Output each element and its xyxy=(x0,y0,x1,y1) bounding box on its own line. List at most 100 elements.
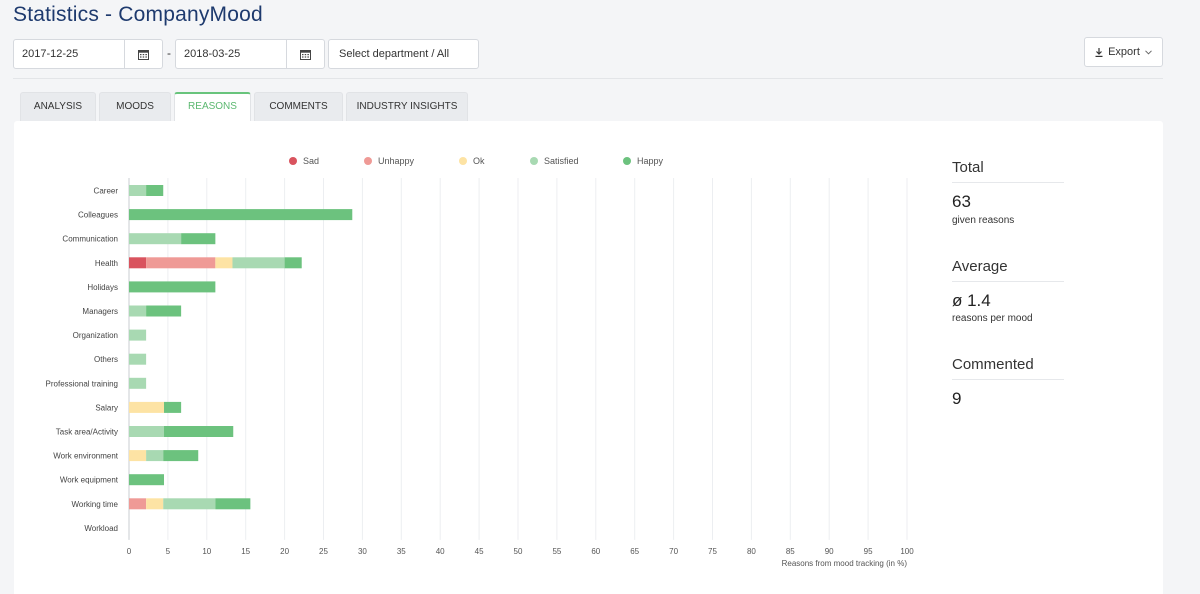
bar-segment-satisfied xyxy=(129,185,147,196)
x-tick-label: 10 xyxy=(202,547,211,556)
chart-legend: Sad Unhappy Ok Satisfied Happy xyxy=(289,156,689,168)
x-axis-label: Reasons from mood tracking (in %) xyxy=(782,559,908,568)
category-label: Organization xyxy=(73,331,118,340)
bar-segment-satisfied xyxy=(163,498,216,510)
x-tick-label: 45 xyxy=(475,547,484,556)
bar-segment-satisfied xyxy=(146,450,164,462)
commented-heading: Commented xyxy=(952,356,1064,380)
date-to-value[interactable]: 2018-03-25 xyxy=(176,40,248,68)
legend-label-sad: Sad xyxy=(303,156,320,166)
category-label: Others xyxy=(94,355,118,364)
bar-segment-satisfied xyxy=(129,233,182,245)
date-from-value[interactable]: 2017-12-25 xyxy=(14,40,86,68)
bar-segment-happy xyxy=(129,474,165,486)
legend-label-happy: Happy xyxy=(637,156,664,166)
legend-label-ok: Ok xyxy=(473,156,485,166)
tab-analysis[interactable]: ANALYSIS xyxy=(20,92,96,121)
page-title: Statistics - CompanyMood xyxy=(13,3,263,26)
bar-segment-happy xyxy=(181,233,216,245)
bar-segment-happy xyxy=(146,185,164,196)
x-tick-label: 15 xyxy=(241,547,250,556)
bar-segment-happy xyxy=(163,450,199,462)
bar-segment-ok xyxy=(146,498,164,510)
bar-segment-happy xyxy=(146,305,182,317)
bar-segment-happy xyxy=(284,257,302,269)
reasons-bar-chart: 0 5 10 15 20 25 30 35 40 45 50 55 60 65 70 75 80 85 90 95 10… xyxy=(46,178,914,568)
date-range-dash: - xyxy=(167,46,171,60)
x-tick-label: 75 xyxy=(708,547,717,556)
export-button[interactable]: Export xyxy=(1084,37,1163,67)
x-tick-label: 95 xyxy=(864,547,873,556)
average-caption: reasons per mood xyxy=(952,313,1033,324)
x-tick-label: 60 xyxy=(591,547,600,556)
legend-item-unhappy[interactable]: Unhappy xyxy=(364,156,414,166)
total-heading: Total xyxy=(952,159,1064,183)
x-tick-label: 25 xyxy=(319,547,328,556)
tab-bar: ANALYSIS MOODS REASONS COMMENTS INDUSTRY… xyxy=(20,92,468,121)
bar-segment-sad xyxy=(129,257,147,269)
x-tick-label: 20 xyxy=(280,547,289,556)
category-label: Work environment xyxy=(53,452,119,461)
legend-dot-happy xyxy=(623,157,631,165)
legend-dot-ok xyxy=(459,157,467,165)
bar-segment-unhappy xyxy=(146,257,216,269)
x-tick-label: 100 xyxy=(900,547,914,556)
category-label: Workload xyxy=(84,524,118,533)
calendar-icon[interactable] xyxy=(124,40,162,68)
date-to-field[interactable]: 2018-03-25 xyxy=(175,39,325,69)
category-label: Work equipment xyxy=(60,476,119,485)
bar-segment-happy xyxy=(129,281,216,293)
total-value: 63 xyxy=(952,192,971,211)
category-label: Colleagues xyxy=(78,211,118,220)
x-tick-label: 90 xyxy=(825,547,834,556)
bar-segment-ok xyxy=(129,401,165,413)
legend-dot-satisfied xyxy=(530,157,538,165)
category-label: Health xyxy=(95,259,118,268)
bar-segment-happy xyxy=(129,209,353,221)
bar-segment-happy xyxy=(215,498,251,510)
bar-segment-ok xyxy=(215,257,233,269)
tab-industry-insights[interactable]: INDUSTRY INSIGHTS xyxy=(346,92,468,121)
bar-segment-happy xyxy=(164,401,182,413)
tab-reasons[interactable]: REASONS xyxy=(174,92,251,121)
bar-segment-satisfied xyxy=(129,426,165,437)
category-label: Holidays xyxy=(87,283,118,292)
legend-item-happy[interactable]: Happy xyxy=(623,156,663,166)
category-label: Professional training xyxy=(46,379,118,388)
x-tick-label: 0 xyxy=(127,547,132,556)
legend-item-sad[interactable]: Sad xyxy=(289,156,319,166)
bar-segment-ok xyxy=(129,450,147,462)
calendar-icon[interactable] xyxy=(286,40,324,68)
legend-dot-sad xyxy=(289,157,297,165)
x-tick-label: 55 xyxy=(552,547,561,556)
department-select[interactable]: Select department / All xyxy=(328,39,479,69)
legend-item-satisfied[interactable]: Satisfied xyxy=(530,156,579,166)
category-label: Communication xyxy=(62,235,118,244)
export-label: Export xyxy=(1108,46,1140,58)
bar-segment-unhappy xyxy=(129,498,147,510)
bar-segment-satisfied xyxy=(129,377,147,389)
bar-segment-satisfied xyxy=(129,353,147,365)
legend-label-satisfied: Satisfied xyxy=(544,156,579,166)
average-heading: Average xyxy=(952,258,1064,282)
x-tick-label: 5 xyxy=(166,547,171,556)
x-tick-label: 40 xyxy=(436,547,445,556)
x-tick-label: 80 xyxy=(747,547,756,556)
x-tick-label: 85 xyxy=(786,547,795,556)
x-tick-label: 65 xyxy=(630,547,639,556)
average-value: ø 1.4 xyxy=(952,291,991,310)
bar-segment-happy xyxy=(164,426,234,437)
category-label: Managers xyxy=(82,307,118,316)
date-from-field[interactable]: 2017-12-25 xyxy=(13,39,163,69)
legend-item-ok[interactable]: Ok xyxy=(459,156,485,166)
x-tick-label: 35 xyxy=(397,547,406,556)
category-label: Salary xyxy=(95,403,118,412)
bar-segment-satisfied xyxy=(129,305,147,317)
legend-dot-unhappy xyxy=(364,157,372,165)
tab-comments[interactable]: COMMENTS xyxy=(254,92,343,121)
header-divider xyxy=(13,78,1163,79)
total-caption: given reasons xyxy=(952,215,1015,226)
category-label: Career xyxy=(94,187,119,196)
category-label: Working time xyxy=(71,500,118,509)
tab-moods[interactable]: MOODS xyxy=(99,92,171,121)
